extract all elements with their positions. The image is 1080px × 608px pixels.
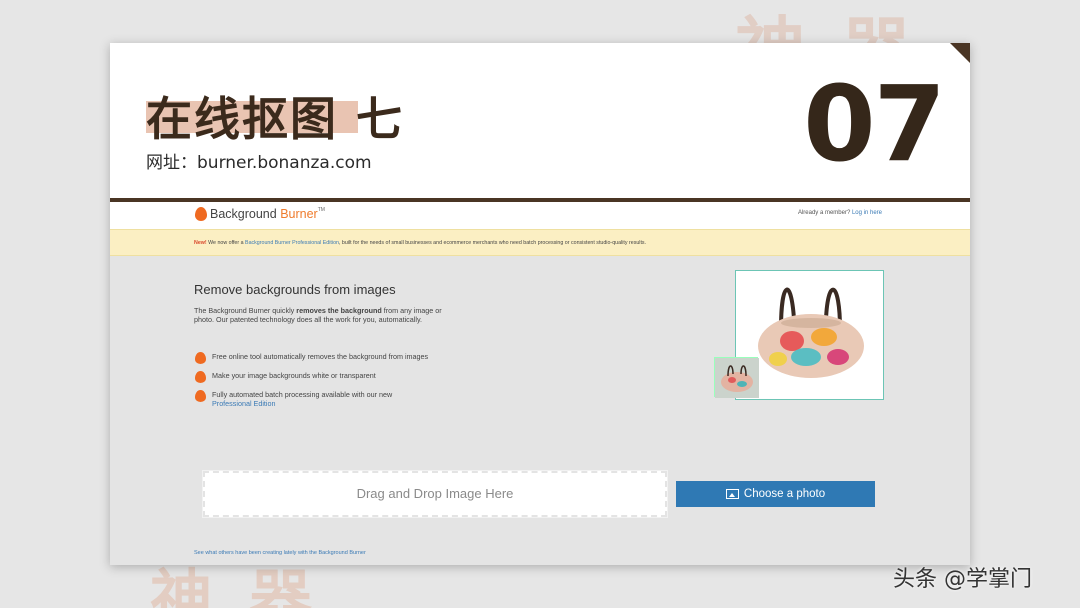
site-header: Background BurnerTM Already a member? Lo… — [110, 202, 970, 229]
slide-number: 07 — [803, 63, 946, 185]
login-link[interactable]: Log in here — [852, 210, 882, 216]
slide-title-block: 在线抠图 七 — [146, 83, 404, 149]
member-login: Already a member? Log in here — [798, 210, 882, 216]
site-logo[interactable]: Background BurnerTM — [195, 207, 325, 221]
original-thumbnail — [714, 357, 759, 398]
image-dropzone[interactable]: Drag and Drop Image Here — [202, 470, 668, 518]
logo-text: Background BurnerTM — [210, 207, 325, 221]
photo-icon — [725, 489, 739, 499]
choose-photo-button[interactable]: Choose a photo — [676, 481, 875, 507]
handbag-thumb-image — [715, 358, 759, 398]
corner-fold-decoration — [950, 43, 970, 63]
list-item: Free online tool automatically removes t… — [194, 352, 454, 364]
slide-card: 在线抠图 七 网址：burner.bonanza.com 07 Backgrou… — [110, 43, 970, 565]
slide-url: 网址：burner.bonanza.com — [146, 153, 372, 173]
member-text: Already a member? — [797, 210, 851, 216]
flame-icon — [195, 371, 206, 383]
notice-banner: New! We now offer a Background Burner Pr… — [110, 229, 970, 256]
new-badge: New! — [194, 240, 207, 246]
flame-icon — [195, 207, 207, 221]
pro-edition-link[interactable]: Background Burner Professional Edition — [245, 240, 339, 246]
source-watermark: 头条 @学掌门 — [893, 567, 1032, 592]
list-item: Fully automated batch processing availab… — [194, 390, 454, 408]
page-headline: Remove backgrounds from images — [194, 282, 396, 297]
slide-title: 在线抠图 七 — [146, 92, 405, 146]
list-item: Make your image backgrounds white or tra… — [194, 371, 454, 383]
see-others-link[interactable]: See what others have been creating latel… — [194, 550, 366, 556]
website-screenshot: Background BurnerTM Already a member? Lo… — [110, 202, 970, 565]
feature-list: Free online tool automatically removes t… — [194, 352, 454, 418]
professional-edition-link[interactable]: Professional Edition — [212, 399, 276, 408]
flame-icon — [195, 390, 206, 402]
flame-icon — [195, 352, 206, 364]
page-description: The Background Burner quickly removes th… — [194, 306, 442, 324]
